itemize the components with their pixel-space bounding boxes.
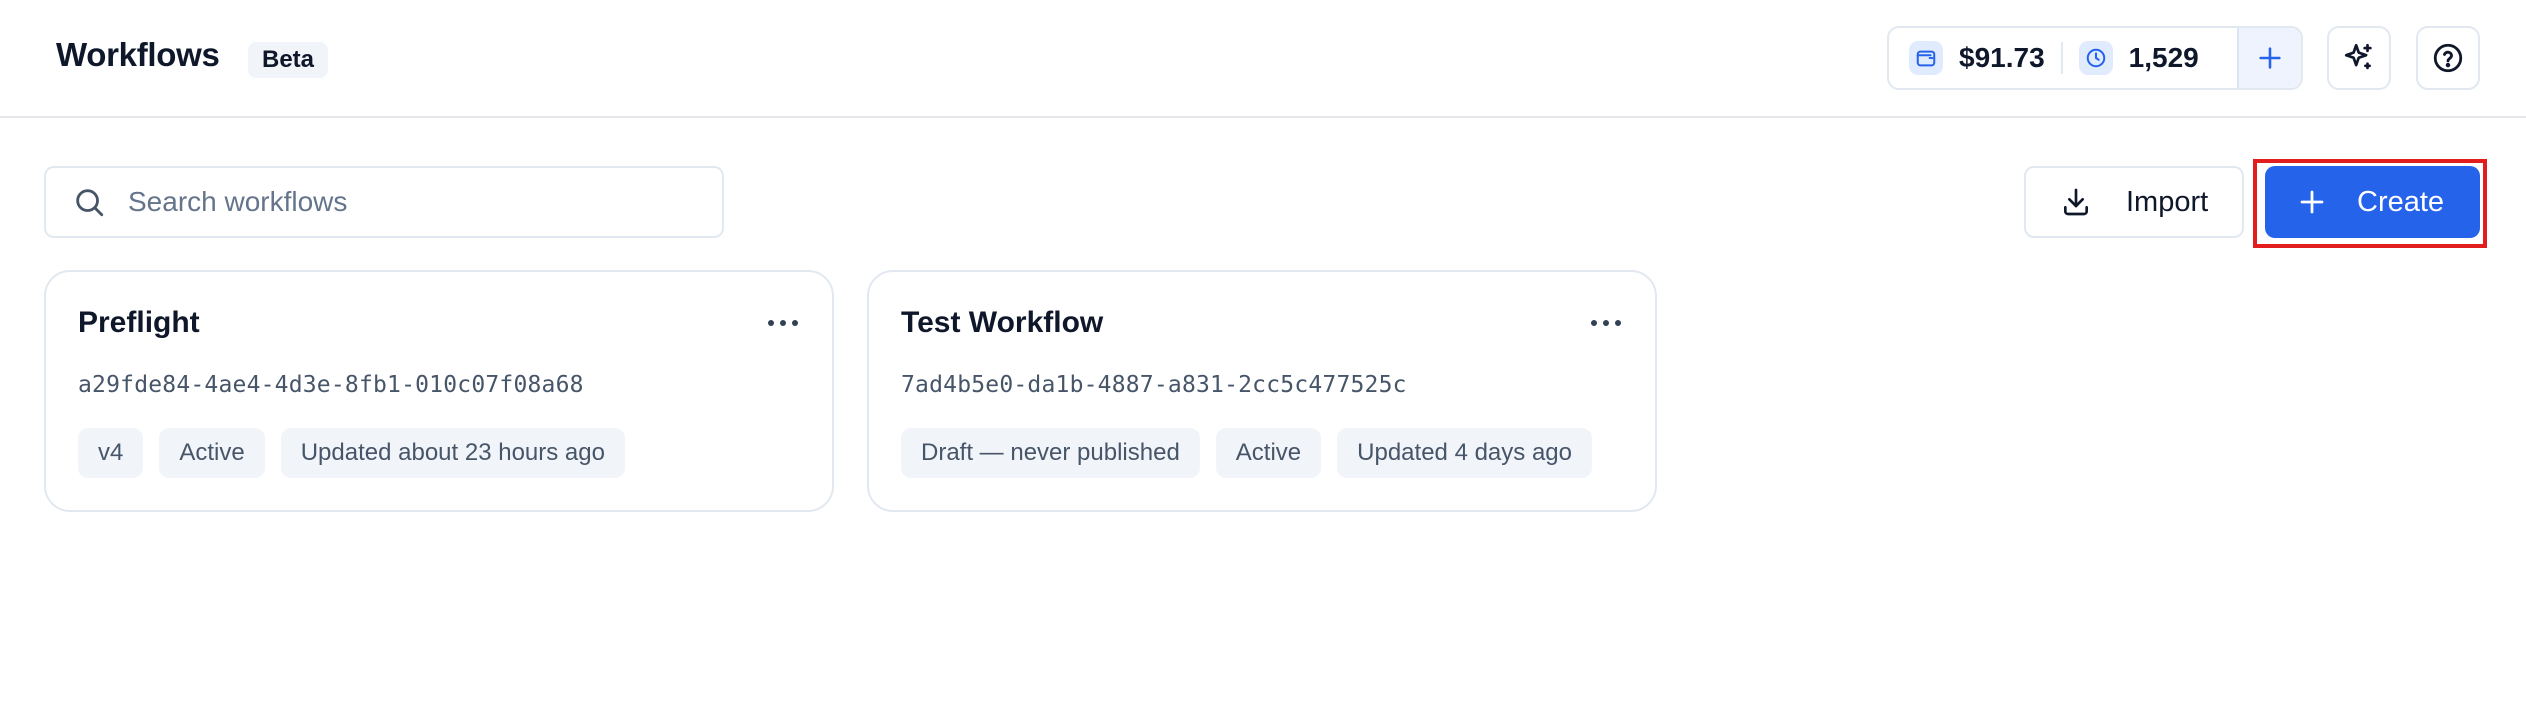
create-button[interactable]: Create — [2265, 166, 2480, 238]
wallet-balance: $91.73 — [1959, 42, 2045, 73]
search-icon — [76, 189, 104, 217]
balance-divider — [2060, 42, 2063, 74]
clock-icon — [2078, 41, 2113, 75]
credits-balance: 1,529 — [2128, 42, 2199, 73]
workflow-card[interactable]: Test Workflow 7ad4b5e0-da1b-4887-a831-2c… — [867, 270, 1657, 512]
plus-icon — [2259, 47, 2281, 69]
updated-chip: Updated 4 days ago — [1337, 428, 1592, 478]
more-options-icon[interactable] — [768, 318, 798, 328]
workflow-title: Test Workflow — [901, 306, 1104, 339]
workflow-chips: Draft — never published Active Updated 4… — [901, 428, 1592, 478]
help-button[interactable] — [2416, 26, 2480, 90]
import-label: Import — [2126, 185, 2209, 218]
updated-chip: Updated about 23 hours ago — [280, 428, 625, 478]
plus-icon — [2300, 190, 2324, 214]
workflow-card[interactable]: Preflight a29fde84-4ae4-4d3e-8fb1-010c07… — [44, 270, 834, 512]
download-icon — [2064, 188, 2088, 216]
more-options-icon[interactable] — [1591, 318, 1621, 328]
wallet-icon — [1909, 41, 1943, 75]
workflow-id: a29fde84-4ae4-4d3e-8fb1-010c07f08a68 — [78, 372, 584, 398]
workflow-title: Preflight — [78, 306, 200, 339]
publish-state-chip: Draft — never published — [901, 428, 1200, 478]
status-chip: Active — [159, 428, 265, 478]
workflow-id: 7ad4b5e0-da1b-4887-a831-2cc5c477525c — [901, 372, 1407, 398]
help-circle-icon — [2433, 43, 2463, 73]
search-input[interactable] — [128, 186, 688, 218]
balance-group: $91.73 1,529 — [1887, 26, 2303, 90]
sparkles-icon — [2344, 43, 2372, 70]
ai-assistant-button[interactable] — [2327, 26, 2391, 90]
create-label: Create — [2357, 185, 2445, 218]
search-box[interactable] — [44, 166, 724, 238]
add-funds-button[interactable] — [2237, 28, 2301, 88]
import-button[interactable]: Import — [2024, 166, 2244, 238]
workflow-chips: v4 Active Updated about 23 hours ago — [78, 428, 625, 478]
beta-badge: Beta — [248, 42, 329, 78]
status-chip: Active — [1215, 428, 1322, 478]
top-header: Workflows Beta $91.73 1,529 — [0, 0, 2526, 118]
version-chip: v4 — [78, 428, 144, 478]
page-title: Workflows — [56, 36, 220, 73]
